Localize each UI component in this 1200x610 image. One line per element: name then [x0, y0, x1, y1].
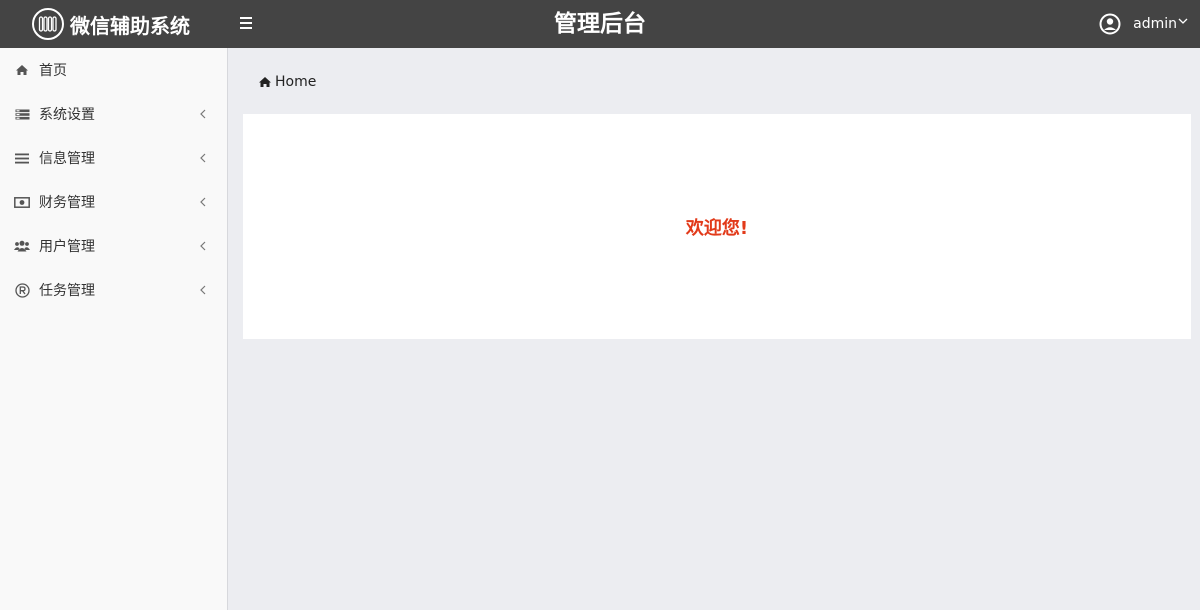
breadcrumb: Home [258, 72, 316, 92]
sidebar: 首页 系统设置 信息管理 财务管理 用户管理 任务管理 [0, 48, 228, 610]
server-icon [14, 106, 30, 122]
sidebar-item-system-settings[interactable]: 系统设置 [0, 92, 227, 136]
brand[interactable]: 微信辅助系统 [32, 8, 190, 40]
main-content: Home 欢迎您! [228, 48, 1200, 610]
welcome-panel: 欢迎您! [243, 114, 1191, 339]
breadcrumb-home-link[interactable]: Home [275, 74, 316, 90]
users-icon [14, 238, 30, 254]
sidebar-item-info-management[interactable]: 信息管理 [0, 136, 227, 180]
registered-icon [14, 282, 30, 298]
sidebar-item-label: 首页 [39, 63, 67, 79]
sidebar-item-finance-management[interactable]: 财务管理 [0, 180, 227, 224]
chevron-left-icon [200, 109, 206, 119]
sidebar-item-label: 用户管理 [39, 239, 95, 255]
user-name: admin [1133, 16, 1177, 32]
home-icon [14, 62, 30, 78]
hamburger-line [240, 22, 252, 24]
sidebar-item-label: 任务管理 [39, 283, 95, 299]
chevron-left-icon [200, 197, 206, 207]
brand-title: 微信辅助系统 [70, 13, 190, 38]
welcome-message: 欢迎您! [685, 218, 749, 239]
sidebar-item-label: 信息管理 [39, 151, 95, 167]
sidebar-item-user-management[interactable]: 用户管理 [0, 224, 227, 268]
top-navbar: 微信辅助系统 管理后台 admin [0, 0, 1200, 48]
chevron-left-icon [200, 153, 206, 163]
hamburger-line [240, 27, 252, 29]
chevron-left-icon [200, 285, 206, 295]
sidebar-item-home[interactable]: 首页 [0, 48, 227, 92]
chevron-down-icon [1178, 18, 1188, 24]
chevron-left-icon [200, 241, 206, 251]
user-menu[interactable]: admin [1099, 12, 1188, 36]
menu-toggle-button[interactable] [240, 13, 256, 33]
user-circle-icon [1099, 13, 1121, 35]
home-icon [259, 77, 271, 87]
list-icon [14, 150, 30, 166]
money-icon [14, 194, 30, 210]
hamburger-icon [240, 17, 252, 19]
sidebar-item-label: 财务管理 [39, 195, 95, 211]
sidebar-item-label: 系统设置 [39, 107, 95, 123]
sidebar-item-task-management[interactable]: 任务管理 [0, 268, 227, 312]
brand-logo-icon [32, 8, 64, 40]
